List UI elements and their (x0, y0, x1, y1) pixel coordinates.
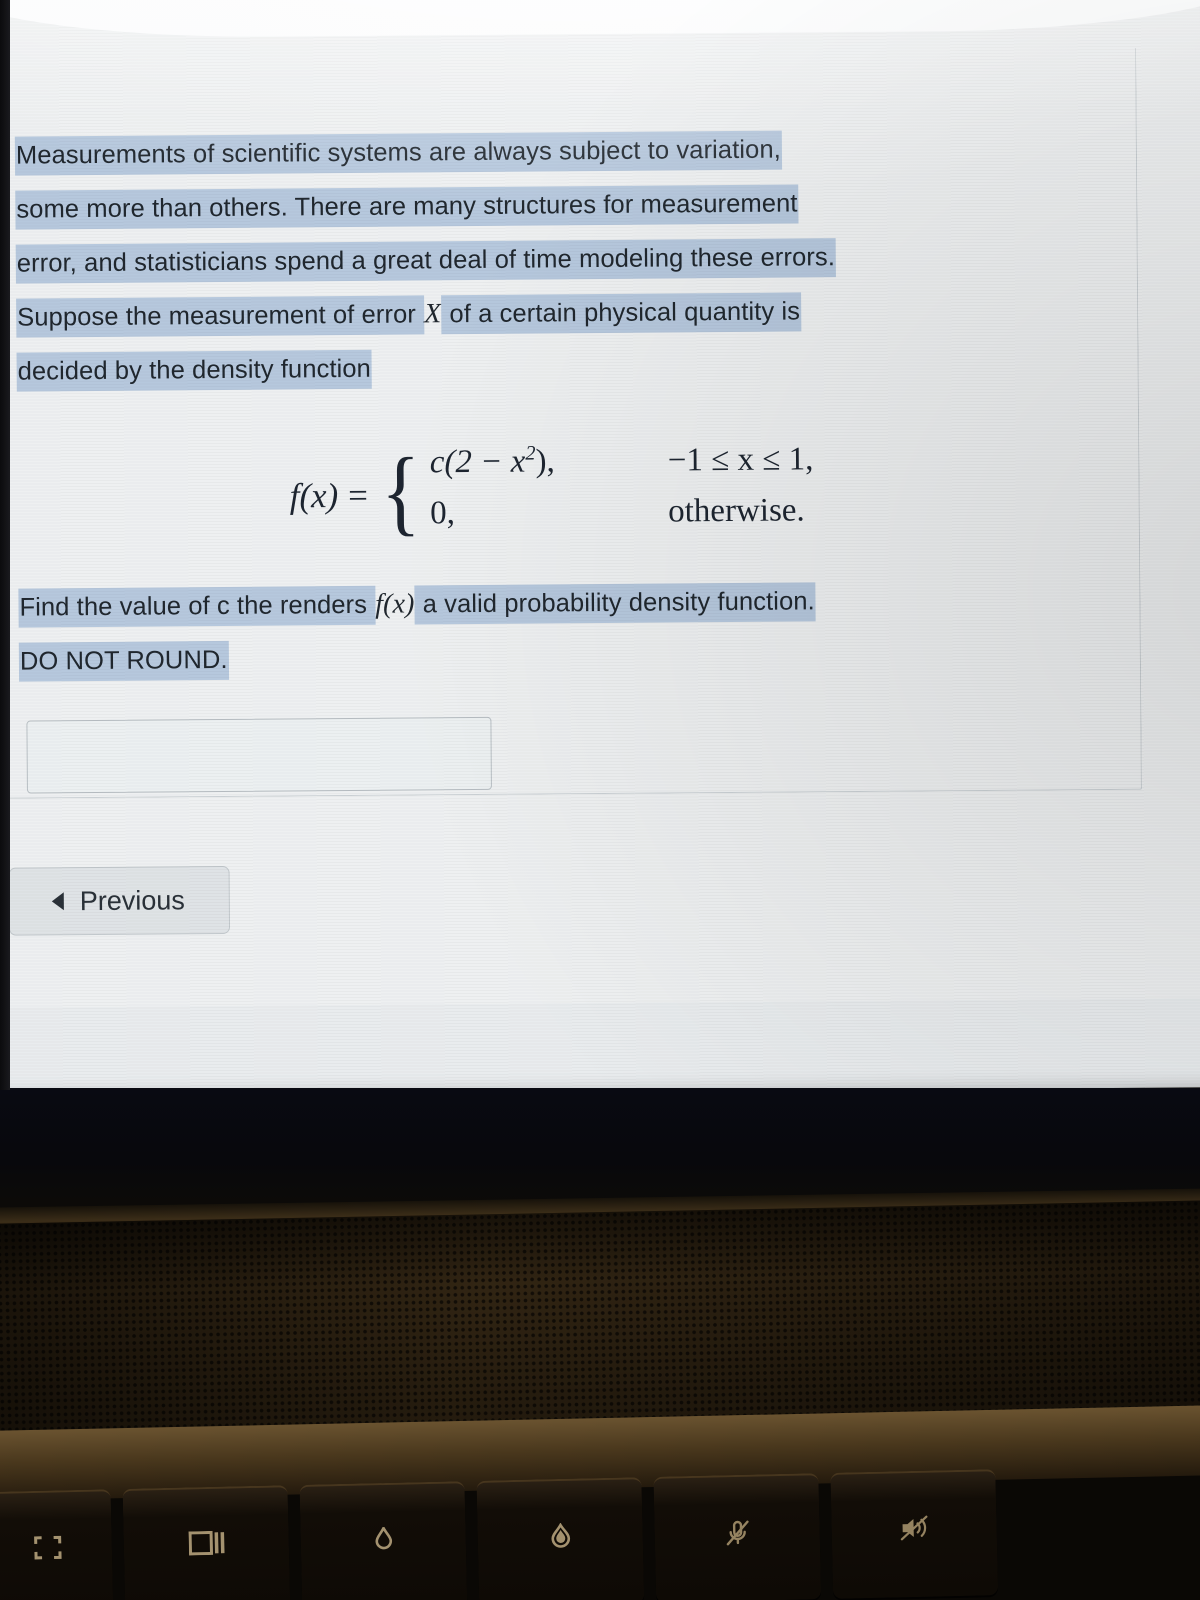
screen-left-edge (0, 0, 10, 1090)
random-variable-x: X (423, 298, 442, 330)
question-text-block: Measurements of scientific systems are a… (14, 120, 1107, 682)
paragraph-line-4a: Suppose the measurement of error (16, 295, 425, 338)
overview-icon (188, 1530, 225, 1556)
mic-mute-icon (726, 1520, 749, 1546)
left-curly-brace: { (380, 437, 421, 546)
laptop-screen: Measurements of scientific systems are a… (0, 0, 1200, 1097)
brightness-down-key[interactable] (299, 1481, 468, 1600)
piecewise-cases: c(2 − x2), −1 ≤ x ≤ 1, 0, otherwise. (430, 440, 814, 547)
mic-mute-key[interactable] (653, 1473, 822, 1600)
question-paragraph: Measurements of scientific systems are a… (14, 120, 1107, 399)
previous-button-label: Previous (79, 884, 185, 916)
overview-key[interactable] (122, 1485, 291, 1600)
case-1-expression: c(2 − x2), (430, 441, 668, 481)
case-2-expression: 0, (430, 495, 456, 532)
case-row-1: c(2 − x2), −1 ≤ x ≤ 1, (430, 440, 814, 495)
triangle-left-icon (51, 892, 64, 911)
paragraph-line-4b: of a certain physical quantity is (441, 292, 802, 335)
brightness-down-icon (374, 1526, 392, 1550)
case-1-exponent: 2 (525, 442, 536, 465)
paragraph-line-1: Measurements of scientific systems are a… (14, 130, 783, 176)
brightness-up-icon (550, 1522, 570, 1548)
question-prompt: Find the value of c the renders f(x) a v… (18, 572, 1115, 689)
prompt-text-after: a valid probability density function. (414, 582, 816, 625)
prompt-do-not-round: DO NOT ROUND. (18, 640, 229, 682)
equation-equals-sign: = (348, 475, 369, 515)
case-1-expr-end: ), (535, 443, 555, 480)
density-function-equation: f(x) = { c(2 − x2), −1 ≤ x ≤ 1, 0, other… (289, 437, 814, 548)
paragraph-line-5: decided by the density function (16, 349, 373, 392)
case-1-expr-text: c(2 − x (429, 443, 526, 481)
question-card: Measurements of scientific systems are a… (0, 47, 1142, 799)
volume-mute-icon (900, 1515, 927, 1541)
volume-mute-key[interactable] (830, 1469, 999, 1599)
case-2-condition: otherwise. (668, 492, 805, 530)
case-row-2: 0, otherwise. (430, 492, 814, 547)
prompt-math-fx: f(x) (375, 588, 415, 620)
chromeos-shelf[interactable]: 31 (0, 997, 1200, 1008)
equation-lhs: f(x) (289, 476, 339, 516)
prompt-text-before: Find the value of c the renders (18, 585, 376, 628)
previous-button[interactable]: Previous (8, 865, 231, 936)
case-1-condition: −1 ≤ x ≤ 1, (667, 441, 814, 479)
answer-input[interactable] (26, 716, 492, 794)
paragraph-line-3: error, and statisticians spend a great d… (15, 238, 837, 284)
browser-page: Measurements of scientific systems are a… (0, 0, 1200, 1008)
photograph-of-chromebook: Measurements of scientific systems are a… (0, 0, 1200, 1600)
paragraph-line-2: some more than others. There are many st… (15, 184, 799, 230)
fullscreen-icon (34, 1535, 62, 1560)
brightness-up-key[interactable] (476, 1477, 645, 1600)
fullscreen-key[interactable] (0, 1489, 114, 1600)
